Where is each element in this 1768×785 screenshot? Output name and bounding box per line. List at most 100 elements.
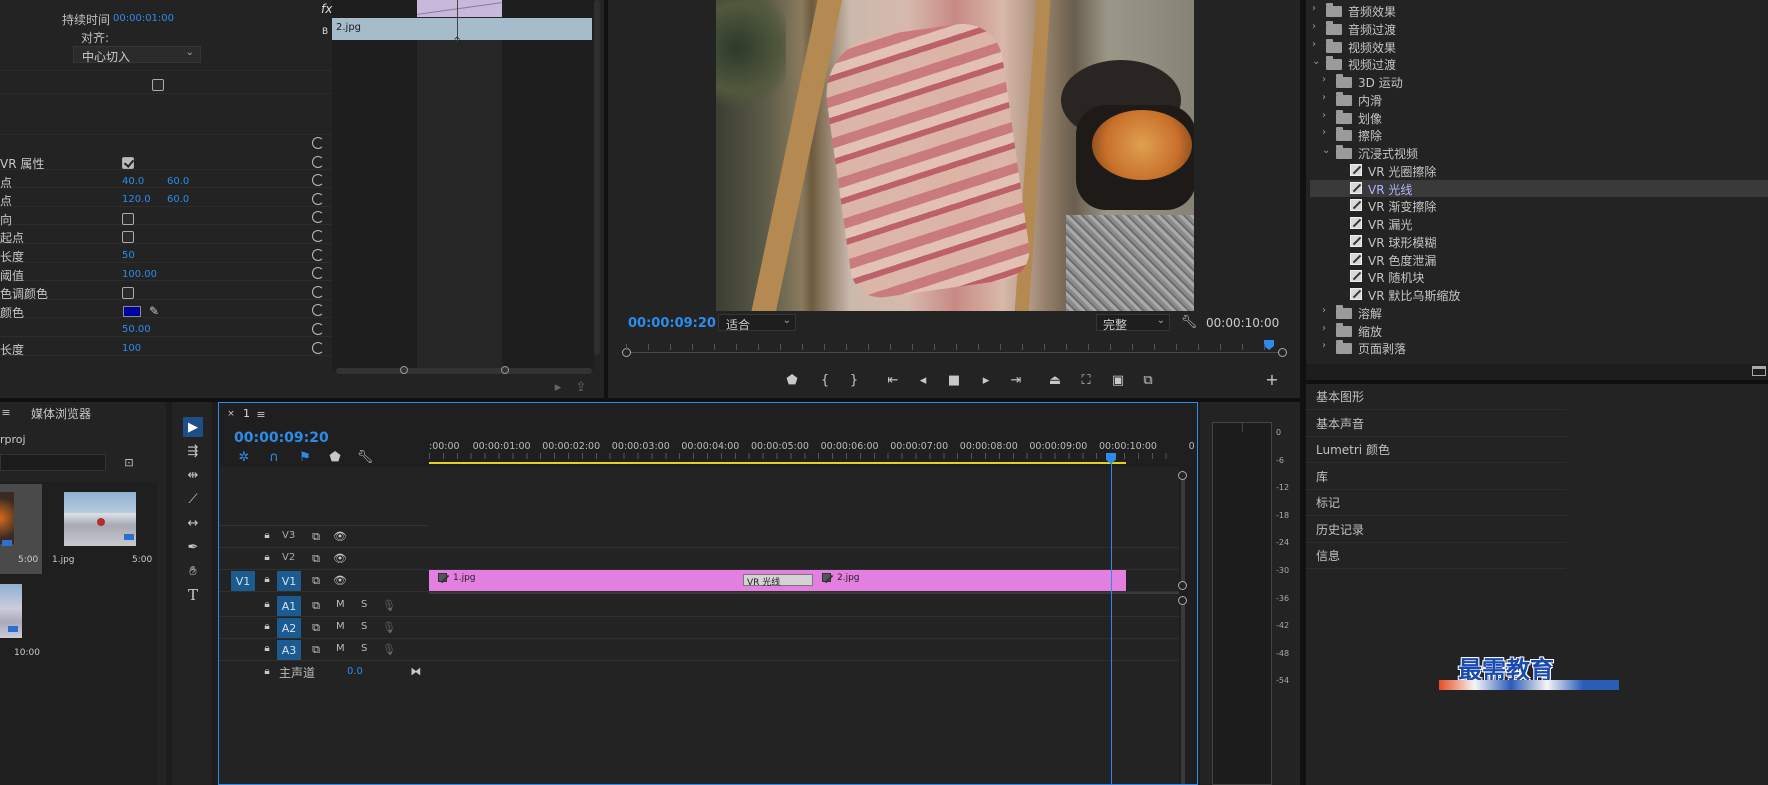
master-volume-value[interactable]: 0.0 (347, 666, 363, 677)
sync-lock-icon[interactable]: ⧉ (309, 551, 323, 565)
slip-tool-icon[interactable]: ↔ (183, 513, 203, 533)
stop-icon[interactable]: ■ (945, 372, 963, 388)
reset-icon[interactable] (312, 230, 324, 242)
disclosure-closed-icon[interactable]: › (1322, 110, 1326, 121)
go-to-in-icon[interactable]: ⇤ (884, 372, 902, 388)
playhead-marker[interactable]: ^ (453, 36, 461, 47)
side-panel-item[interactable]: 库 (1306, 464, 1566, 490)
effect-item[interactable]: VR 渐变擦除 (1310, 197, 1768, 214)
reset-icon[interactable] (312, 304, 324, 317)
reset-icon[interactable] (312, 192, 324, 205)
reset-icon[interactable] (312, 285, 324, 298)
quality-dropdown[interactable]: 完整 ⌄ (1096, 314, 1170, 332)
reset-icon[interactable] (312, 211, 324, 224)
timeline-timecode[interactable]: 00:00:09:20 (234, 430, 329, 446)
solo-button[interactable]: S (361, 621, 367, 632)
go-to-out-icon[interactable]: ⇥ (1007, 372, 1025, 388)
disclosure-open-icon[interactable]: ⌄ (1312, 56, 1320, 67)
side-panel-item[interactable]: 标记 (1306, 490, 1566, 516)
eye-icon[interactable]: 👁︎ (333, 551, 347, 565)
track-target-v1[interactable]: V1 (277, 571, 301, 591)
search-bin-icon[interactable]: ⊡ (121, 455, 137, 470)
master-collapse-icon[interactable]: ⧓ (409, 664, 423, 678)
property-value[interactable]: 40.0 (122, 176, 144, 187)
effects-folder[interactable]: › 划像 (1310, 109, 1768, 126)
sequence-tab[interactable]: 1 (243, 407, 250, 420)
side-panel-item[interactable]: Lumetri 颜色 (1306, 437, 1566, 463)
extract-icon[interactable]: ⛶ (1076, 372, 1096, 388)
property-value[interactable]: 100 (122, 343, 141, 354)
transition-clip[interactable]: VR 光线 (743, 574, 813, 588)
microphone-icon[interactable]: 🎙︎ (382, 598, 396, 612)
effects-folder[interactable]: › 缩放 (1310, 322, 1768, 339)
property-checkbox[interactable] (122, 231, 134, 244)
disclosure-closed-icon[interactable]: › (1322, 74, 1326, 85)
thumb-item[interactable]: 1.jpg 5:00 (48, 484, 154, 574)
add-marker-icon[interactable]: ⬟ (783, 372, 801, 388)
effects-folder[interactable]: › 音频效果 (1310, 2, 1768, 19)
effects-folder[interactable]: › 音频过渡 (1310, 20, 1768, 37)
effect-item[interactable]: VR 漏光 (1310, 215, 1768, 232)
type-tool-icon[interactable]: T (183, 585, 203, 605)
wrench-icon[interactable]: 🔧︎ (357, 449, 374, 465)
reset-icon[interactable] (312, 155, 324, 168)
sync-lock-icon[interactable]: ⧉ (309, 529, 323, 543)
work-area-bar[interactable] (429, 462, 1126, 464)
track-target-audio[interactable]: A1 (277, 596, 301, 616)
effects-folder[interactable]: ⌄ 沉浸式视频 (1310, 144, 1768, 161)
thumb-item[interactable]: 5:00 (0, 484, 42, 574)
program-scrubber[interactable] (622, 340, 1287, 357)
duration-value[interactable]: 00:00:01:00 (113, 13, 174, 24)
side-panel-item[interactable]: 信息 (1306, 543, 1566, 569)
effects-folder[interactable]: › 页面剥落 (1310, 339, 1768, 356)
reset-icon[interactable] (312, 267, 324, 280)
clip-v1-1[interactable]: 1.jpg 2.jpg VR 光线 (429, 570, 1126, 591)
lock-icon[interactable]: 🔒︎ (261, 551, 273, 565)
solo-button[interactable]: S (361, 643, 367, 654)
add-button-icon[interactable]: + (1263, 372, 1281, 388)
panel-menu-icon[interactable]: ≡ (256, 408, 266, 420)
mark-out-icon[interactable]: } (845, 372, 863, 388)
lock-icon[interactable]: 🔒︎ (261, 573, 273, 587)
property-checkbox[interactable] (122, 157, 134, 169)
sync-lock-icon[interactable]: ⧉ (309, 598, 323, 612)
disclosure-closed-icon[interactable]: › (1322, 92, 1326, 103)
property-value[interactable]: 60.0 (167, 176, 189, 187)
add-marker-icon[interactable]: ⚑ (297, 449, 313, 465)
track-select-tool-icon[interactable]: ⇶ (183, 441, 203, 461)
export-icon[interactable]: ⇪ (573, 380, 589, 394)
marker-icon[interactable]: ⬟ (327, 449, 343, 465)
mute-button[interactable]: M (336, 643, 345, 654)
clip-b-bar[interactable]: 2.jpg (332, 18, 592, 40)
property-checkbox[interactable] (122, 212, 134, 225)
microphone-icon[interactable]: 🎙︎ (382, 642, 396, 656)
property-value[interactable]: 60.0 (167, 194, 189, 205)
time-ruler[interactable]: :00:00 00:00:01:00 00:00:02:00 00:00:03:00 0… (429, 431, 1195, 467)
ripple-edit-tool-icon[interactable]: ⇹ (183, 465, 203, 485)
mute-button[interactable]: M (336, 599, 345, 610)
thumb-item[interactable]: 10:00 (0, 578, 42, 668)
disclosure-open-icon[interactable]: ⌄ (1322, 145, 1330, 156)
effect-item[interactable]: VR 光线 (1310, 179, 1768, 197)
lock-icon[interactable]: 🔒︎ (261, 620, 273, 634)
track-name[interactable]: V2 (282, 552, 295, 563)
effects-folder[interactable]: › 视频效果 (1310, 38, 1768, 55)
eye-icon[interactable]: 👁︎ (333, 529, 347, 543)
step-forward-icon[interactable]: ▸ (977, 372, 995, 388)
property-value[interactable]: 100.00 (122, 269, 157, 280)
snap-icon[interactable]: ✲ (236, 449, 252, 465)
effects-folder[interactable]: › 3D 运动 (1310, 73, 1768, 90)
disclosure-closed-icon[interactable]: › (1322, 305, 1326, 316)
effect-item[interactable]: VR 色度泄漏 (1310, 251, 1768, 268)
lift-icon[interactable]: ⏏ (1045, 372, 1065, 388)
track-target-audio[interactable]: A2 (277, 618, 301, 638)
lock-icon[interactable]: 🔒︎ (261, 642, 273, 656)
side-panel-item[interactable]: 历史记录 (1306, 517, 1566, 543)
effect-item[interactable]: VR 默比乌斯缩放 (1310, 286, 1768, 303)
effects-folder[interactable]: › 溶解 (1310, 304, 1768, 321)
hand-tool-icon[interactable]: ✋︎ (183, 561, 203, 581)
program-timecode[interactable]: 00:00:09:20 (628, 316, 716, 331)
reset-icon[interactable] (312, 323, 324, 335)
disclosure-closed-icon[interactable]: › (1312, 21, 1316, 32)
align-dropdown[interactable]: 中心切入 ⌄ (73, 46, 201, 64)
